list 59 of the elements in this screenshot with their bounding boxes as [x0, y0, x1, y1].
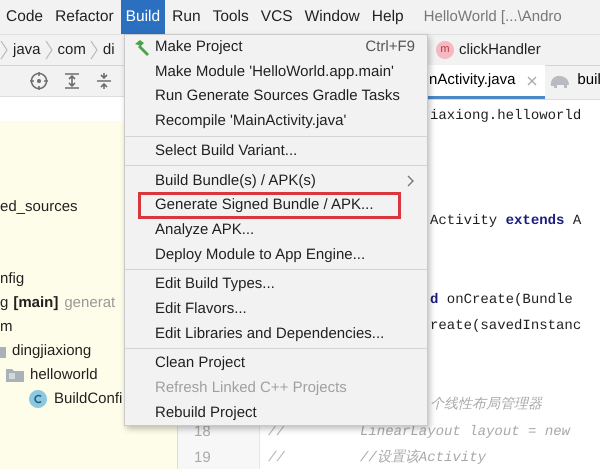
- menu-item[interactable]: Build: [120, 0, 166, 34]
- menu-item[interactable]: Tools: [208, 0, 254, 34]
- locate-icon: [29, 70, 49, 91]
- code-line: iaxiong.helloworld: [430, 107, 582, 126]
- code-line: reate(savedInstanc: [430, 317, 582, 336]
- breadcrumb-item[interactable]: di: [102, 38, 115, 62]
- menu-entry[interactable]: Rebuild Project: [125, 400, 427, 426]
- tree-item[interactable]: m: [0, 314, 12, 339]
- folder-icon: [6, 368, 24, 382]
- comment-marker: //: [268, 450, 285, 466]
- code-comment: 个线性布局管理器: [430, 396, 542, 416]
- line-number: 18: [194, 422, 211, 440]
- menu-entry[interactable]: Edit Flavors...: [125, 296, 427, 322]
- breadcrumb-item[interactable]: java: [13, 38, 41, 62]
- menu-entry[interactable]: Clean Project: [125, 351, 427, 376]
- chevron-icon: [0, 40, 8, 60]
- breadcrumb-item[interactable]: com: [58, 38, 86, 62]
- line-number: 19: [194, 448, 211, 466]
- editor-tab[interactable]: nActivity.java: [425, 65, 546, 99]
- tree-item[interactable]: g: [0, 290, 8, 315]
- code-comment: LinearLayout layout = new: [360, 422, 570, 442]
- menu-entry[interactable]: Deploy Module to App Engine...: [125, 242, 427, 268]
- tree-item-tag: [main]: [13, 290, 58, 315]
- breadcrumb-item[interactable]: clickHandler: [459, 38, 541, 62]
- menu-item[interactable]: Run: [167, 0, 206, 34]
- code-line: d onCreate(Bundle: [430, 291, 573, 310]
- window-title: HelloWorld [...\Andro: [424, 6, 562, 27]
- expand-all-icon: [63, 72, 81, 90]
- chevron-icon: [44, 40, 53, 60]
- menu-item[interactable]: Refactor: [50, 0, 119, 34]
- close-icon[interactable]: [527, 76, 538, 86]
- menu-entry[interactable]: Recompile 'MainActivity.java': [125, 109, 427, 134]
- shortcut-text: Ctrl+F9: [365, 37, 415, 58]
- tree-item-note: generat: [64, 292, 116, 313]
- class-icon: [28, 388, 48, 409]
- code-comment: //设置该Activity: [360, 448, 486, 468]
- method-icon: m: [436, 41, 454, 59]
- menu-entry[interactable]: Make Project Ctrl+F9: [125, 35, 427, 60]
- menu-item[interactable]: Code: [1, 0, 48, 34]
- tree-item[interactable]: helloworld: [30, 362, 98, 387]
- menu-item[interactable]: VCS: [256, 0, 298, 34]
- tree-item[interactable]: BuildConfi: [54, 386, 122, 411]
- menu-entry[interactable]: Run Generate Sources Gradle Tasks: [125, 84, 427, 110]
- menu-entry[interactable]: Edit Build Types...: [125, 272, 427, 297]
- editor-tab[interactable]: buil: [545, 65, 600, 99]
- tree-item[interactable]: ed_sources: [0, 194, 78, 219]
- menu-item[interactable]: Window: [300, 0, 365, 34]
- menu-entry[interactable]: Analyze APK...: [125, 218, 427, 242]
- menu-item[interactable]: Help: [366, 0, 409, 34]
- tree-item[interactable]: nfig: [0, 266, 24, 291]
- menu-entry[interactable]: Generate Signed Bundle / APK...: [125, 193, 427, 218]
- menu-entry[interactable]: Make Module 'HelloWorld.app.main': [125, 60, 427, 84]
- collapse-all-icon: [95, 72, 113, 90]
- code-line: Activity extends A: [430, 212, 582, 232]
- menu-entry[interactable]: Build Bundle(s) / APK(s): [125, 168, 427, 194]
- menu-entry[interactable]: Edit Libraries and Dependencies...: [125, 322, 427, 346]
- tree-item[interactable]: dingjiaxiong: [12, 338, 92, 363]
- menu-entry[interactable]: Select Build Variant...: [125, 138, 427, 164]
- chevron-icon: [90, 40, 98, 60]
